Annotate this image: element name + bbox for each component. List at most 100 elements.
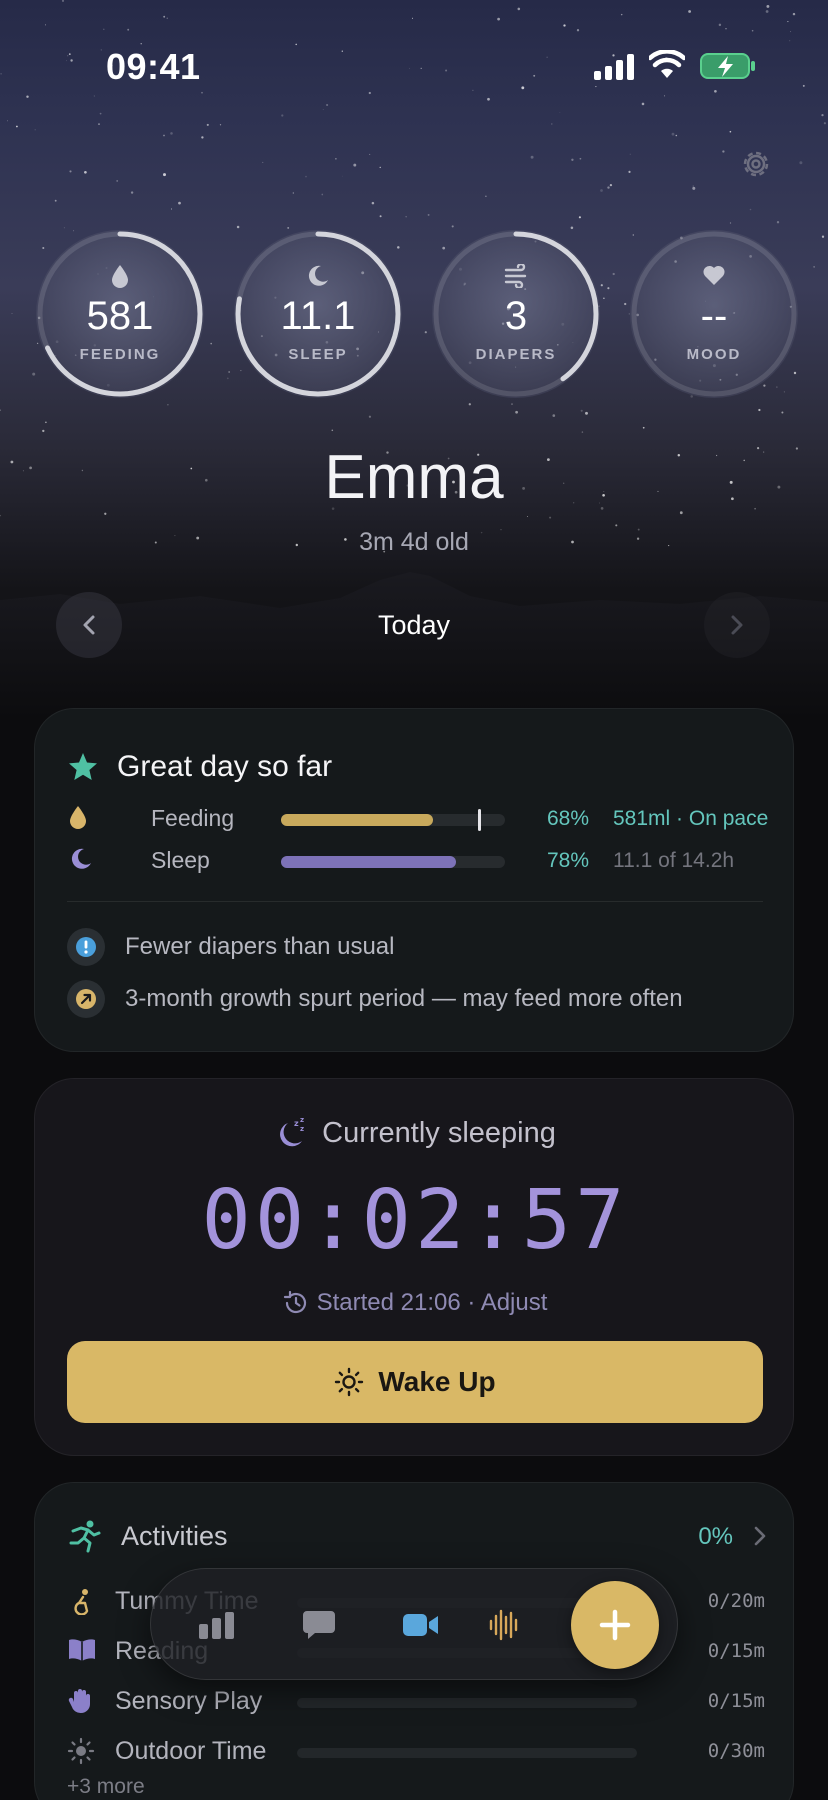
star-icon xyxy=(69,753,97,780)
activities-header[interactable]: Activities 0% xyxy=(67,1517,767,1557)
ring-value: 11.1 xyxy=(280,294,356,338)
daily-summary-card[interactable]: Great day so far Feeding 68% 581ml · On … xyxy=(34,708,794,1052)
chevron-right-icon xyxy=(731,615,743,635)
hand-icon xyxy=(68,1689,90,1714)
date-navigator: Today xyxy=(0,592,828,660)
chat-bubble-icon xyxy=(303,1611,335,1639)
history-clock-icon xyxy=(283,1290,306,1314)
activity-value: 0/20m xyxy=(707,1590,765,1612)
ring-label: DIAPERS xyxy=(475,346,557,363)
wind-icon xyxy=(432,262,600,290)
metric-progress-track xyxy=(281,809,505,831)
sleep-started-adjust[interactable]: Started 21:06 · Adjust xyxy=(35,1289,795,1317)
ring-value: 581 xyxy=(86,294,154,338)
sleep-timer-card: z z z Currently sleeping 00:02:57 Starte… xyxy=(34,1078,794,1456)
plus-icon xyxy=(599,1609,631,1641)
metric-percent: 78% xyxy=(546,849,589,872)
wake-up-label: Wake Up xyxy=(378,1366,496,1397)
metric-percent: 68% xyxy=(546,807,589,830)
sleeping-moon-icon: z z z xyxy=(280,1116,304,1147)
drop-icon xyxy=(36,264,204,288)
insight-item: Fewer diapers than usual xyxy=(67,927,394,967)
add-entry-button[interactable] xyxy=(571,1581,659,1669)
svg-text:z: z xyxy=(300,1125,304,1133)
stat-rings: 581 FEEDING 11.1 SLEEP 3 DIAPERS -- MOOD xyxy=(0,230,828,400)
activity-label: Sensory Play xyxy=(115,1687,263,1715)
metric-feeding: Feeding 68% 581ml · On pace xyxy=(67,803,769,833)
ring-value: 3 xyxy=(504,294,528,338)
ring-value: -- xyxy=(700,294,728,338)
summary-header: Great day so far xyxy=(67,749,332,785)
ring-diapers[interactable]: 3 DIAPERS xyxy=(432,230,600,398)
metric-progress-track xyxy=(281,856,505,868)
baby-name: Emma xyxy=(324,443,504,512)
ring-label: SLEEP xyxy=(288,346,348,363)
wake-up-button[interactable]: Wake Up xyxy=(67,1341,763,1423)
more-activities-link[interactable]: +3 more xyxy=(67,1775,145,1799)
running-figure-icon xyxy=(69,1520,101,1553)
metric-detail: 11.1 of 14.2h xyxy=(613,849,735,872)
sleep-timer: 00:02:57 xyxy=(201,1173,629,1268)
ring-feeding[interactable]: 581 FEEDING xyxy=(36,230,204,398)
activity-row[interactable]: Sensory Play 0/15m xyxy=(67,1685,767,1717)
activity-progress-track xyxy=(297,1748,637,1758)
activity-progress-track xyxy=(297,1698,637,1708)
insight-item: 3-month growth spurt period — may feed m… xyxy=(67,979,683,1019)
activity-value: 0/30m xyxy=(707,1740,765,1762)
book-icon xyxy=(69,1639,95,1661)
tummy-icon xyxy=(74,1589,89,1615)
trend-up-icon xyxy=(67,980,105,1018)
ring-sleep[interactable]: 11.1 SLEEP xyxy=(234,230,402,398)
ring-label: MOOD xyxy=(686,346,742,363)
svg-text:z: z xyxy=(294,1119,299,1128)
heart-icon xyxy=(630,264,798,288)
insight-text: 3-month growth spurt period — may feed m… xyxy=(125,985,683,1012)
summary-title: Great day so far xyxy=(117,750,333,783)
battery-charging-icon xyxy=(700,53,755,79)
status-time: 09:41 xyxy=(106,46,201,87)
activities-title: Activities xyxy=(121,1521,228,1551)
next-day-button[interactable] xyxy=(704,592,770,658)
drop-icon xyxy=(70,806,86,829)
sleep-status-title: Currently sleeping xyxy=(322,1116,556,1149)
video-camera-icon xyxy=(403,1614,438,1636)
sleep-started-text: Started 21:06 · Adjust xyxy=(316,1289,548,1316)
moon-icon xyxy=(71,848,91,869)
svg-text:z: z xyxy=(300,1116,304,1124)
sun-icon xyxy=(67,1737,95,1765)
gear-icon xyxy=(743,151,769,177)
metric-target-marker xyxy=(478,809,482,831)
tab-stats[interactable] xyxy=(191,1599,243,1651)
metric-label: Feeding xyxy=(151,805,235,831)
summary-divider xyxy=(67,901,763,902)
activity-label: Outdoor Time xyxy=(115,1737,267,1765)
settings-button[interactable] xyxy=(738,146,774,182)
insight-text: Fewer diapers than usual xyxy=(125,933,395,960)
metric-detail: 581ml · On pace xyxy=(613,807,769,830)
info-icon xyxy=(67,928,105,966)
status-bar: 09:41 xyxy=(0,0,828,130)
moon-icon xyxy=(234,264,402,288)
tab-chat[interactable] xyxy=(293,1599,345,1651)
baby-age: 3m 4d old xyxy=(359,528,469,556)
bar-chart-icon xyxy=(199,1612,234,1639)
activity-row[interactable]: Outdoor Time 0/30m xyxy=(67,1735,767,1767)
activities-percent: 0% xyxy=(698,1523,733,1550)
tab-sound[interactable] xyxy=(477,1599,529,1651)
sleep-status: z z z Currently sleeping xyxy=(35,1115,795,1151)
signal-icon xyxy=(594,54,634,80)
metric-sleep: Sleep 78% 11.1 of 14.2h xyxy=(67,845,767,875)
ring-label: FEEDING xyxy=(79,346,161,363)
sun-icon xyxy=(335,1367,364,1397)
wifi-icon xyxy=(649,50,685,78)
metric-progress-fill xyxy=(281,856,456,868)
tab-video[interactable] xyxy=(395,1599,447,1651)
metric-progress-fill xyxy=(281,814,434,826)
metric-label: Sleep xyxy=(151,847,210,873)
bottom-tab-bar xyxy=(150,1568,678,1680)
activity-value: 0/15m xyxy=(707,1640,765,1662)
chevron-right-icon xyxy=(754,1526,766,1546)
sound-wave-icon xyxy=(489,1609,518,1641)
activity-value: 0/15m xyxy=(707,1690,765,1712)
ring-mood[interactable]: -- MOOD xyxy=(630,230,798,398)
